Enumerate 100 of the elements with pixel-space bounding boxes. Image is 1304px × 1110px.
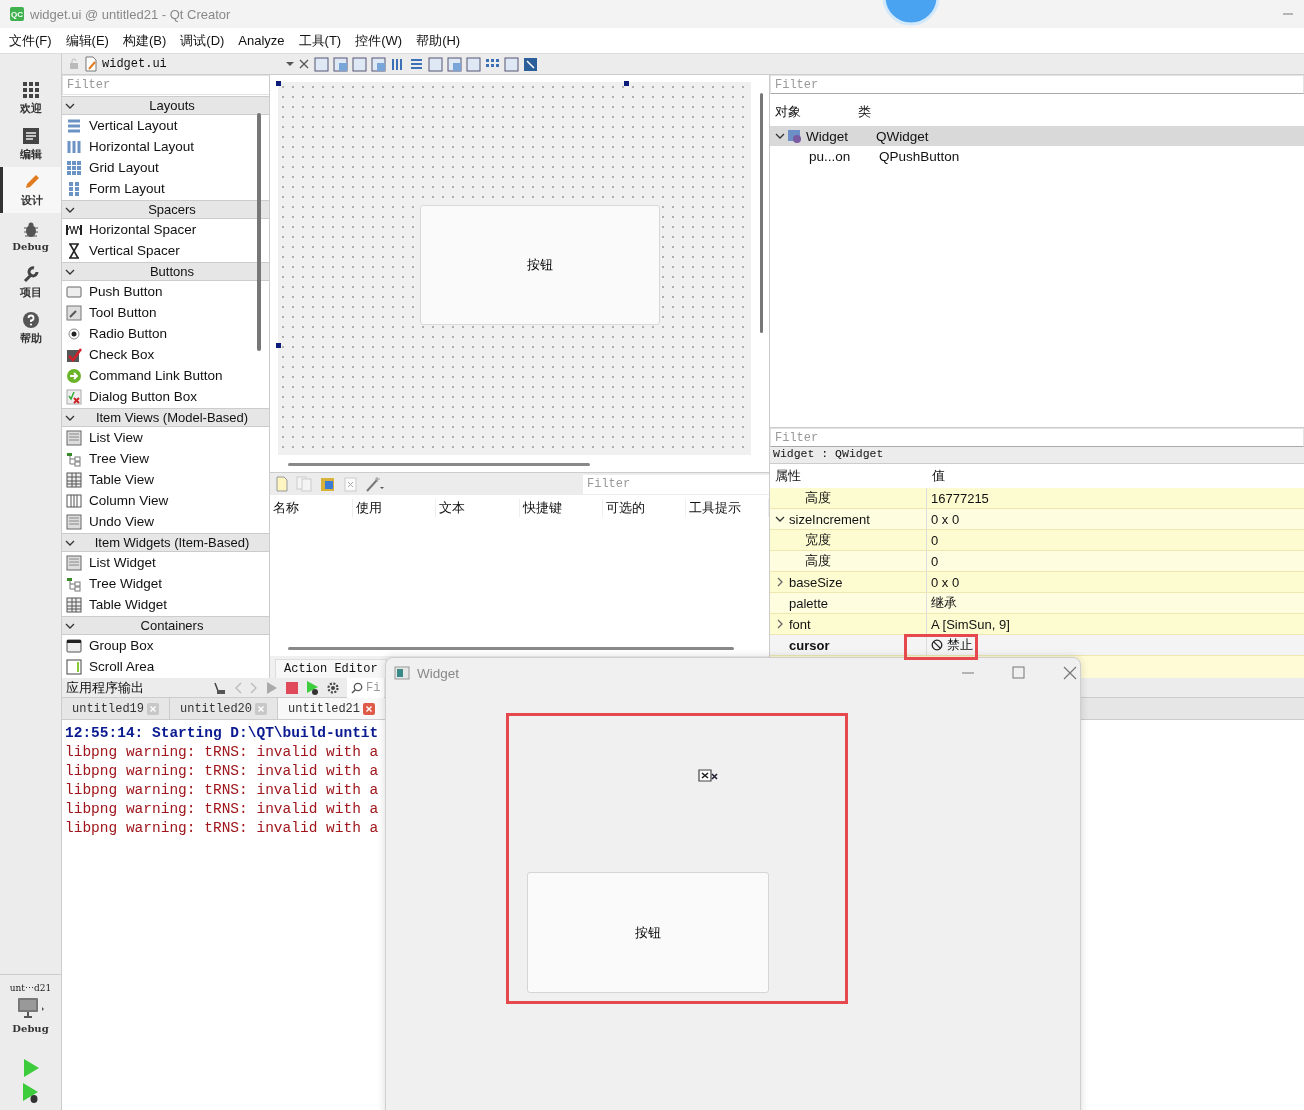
widget-item[interactable]: Tool Button	[62, 302, 269, 323]
column-header[interactable]: 可选的	[602, 499, 686, 517]
object-class-label: Widget : QWidget	[770, 447, 1304, 464]
forbidden-cursor-icon	[697, 768, 721, 784]
widget-item[interactable]: Tree View	[62, 448, 269, 469]
pencil-icon	[23, 172, 41, 191]
output-tab[interactable]: untitled19	[62, 698, 170, 719]
widget-item[interactable]: List View	[62, 427, 269, 448]
mode-tab[interactable]: 帮助	[0, 305, 61, 351]
back-icon[interactable]	[234, 681, 242, 694]
column-header[interactable]: 类	[858, 103, 871, 121]
gear-icon[interactable]	[327, 681, 339, 694]
widget-item[interactable]: Column View	[62, 490, 269, 511]
widget-item[interactable]: Command Link Button	[62, 365, 269, 386]
output-tab[interactable]: untitled21	[278, 698, 386, 719]
property-row[interactable]: 高度 0	[770, 551, 1304, 572]
stop-icon[interactable]	[286, 681, 298, 694]
mode-tab[interactable]: 项目	[0, 259, 61, 305]
output-line: libpng warning: tRNS: invalid with a	[65, 743, 379, 762]
category-header[interactable]: Spacers	[62, 200, 269, 219]
widget-item[interactable]: Vertical Spacer	[62, 240, 269, 261]
menu-item[interactable]: Analyze	[231, 33, 292, 48]
widget-item[interactable]: Form Layout	[62, 178, 269, 199]
widget-item[interactable]: Tree Widget	[62, 573, 269, 594]
tree-row[interactable]: Widget QWidget	[770, 126, 1304, 146]
menu-item[interactable]: 帮助(H)	[409, 31, 468, 50]
dropdown-caret-icon[interactable]	[286, 61, 294, 67]
copy-icon[interactable]	[296, 476, 312, 492]
widget-item[interactable]: Radio Button	[62, 323, 269, 344]
category-header[interactable]: Buttons	[62, 262, 269, 281]
property-row[interactable]: palette 继承	[770, 593, 1304, 614]
scrollbar[interactable]	[760, 93, 763, 333]
widget-item[interactable]: Horizontal Spacer	[62, 219, 269, 240]
widget-item[interactable]: Table View	[62, 469, 269, 490]
widget-item[interactable]: Check Box	[62, 344, 269, 365]
selection-handle[interactable]	[624, 81, 629, 86]
column-header[interactable]: 属性	[770, 467, 927, 485]
scrollbar[interactable]	[257, 113, 261, 351]
column-header[interactable]: 名称	[270, 499, 354, 517]
category-header[interactable]: Item Widgets (Item-Based)	[62, 533, 269, 552]
widget-item[interactable]: Scroll Area	[62, 656, 269, 677]
file-name[interactable]: widget.ui	[102, 57, 282, 71]
new-file-icon[interactable]	[276, 476, 288, 492]
widget-item[interactable]: Undo View	[62, 511, 269, 532]
column-header[interactable]: 快捷键	[519, 499, 603, 517]
wand-icon[interactable]	[365, 476, 385, 492]
widget-item[interactable]: List Widget	[62, 552, 269, 573]
menu-item[interactable]: 调试(D)	[173, 31, 232, 50]
tree-row[interactable]: pu...on QPushButton	[770, 146, 1304, 166]
tree-icon	[66, 450, 82, 467]
mode-tab[interactable]: 编辑	[0, 121, 61, 167]
widget-item[interactable]: Horizontal Layout	[62, 136, 269, 157]
property-row[interactable]: font A [SimSun, 9]	[770, 614, 1304, 635]
property-row[interactable]: baseSize 0 x 0	[770, 572, 1304, 593]
delete-icon[interactable]	[344, 476, 357, 492]
widget-item[interactable]: Table Widget	[62, 594, 269, 615]
menu-item[interactable]: 构建(B)	[115, 31, 174, 50]
editor-tab[interactable]: Action Editor	[275, 659, 387, 678]
selection-handle[interactable]	[276, 343, 281, 348]
menu-item[interactable]: 文件(F)	[2, 31, 59, 50]
scrollbar[interactable]	[288, 647, 734, 650]
property-row[interactable]: cursor 禁止	[770, 635, 1304, 656]
property-row[interactable]: 高度 16777215	[770, 488, 1304, 509]
mode-tab[interactable]: 设计	[0, 167, 61, 213]
property-row[interactable]: sizeIncrement 0 x 0	[770, 509, 1304, 530]
search-icon	[351, 681, 363, 694]
column-header[interactable]: 文本	[436, 499, 520, 517]
menu-item[interactable]: 编辑(E)	[58, 31, 116, 50]
push-button[interactable]: 按钮	[419, 204, 660, 325]
category-header[interactable]: Item Views (Model-Based)	[62, 408, 269, 427]
scrollbar[interactable]	[288, 463, 590, 466]
widget-item[interactable]: Group Box	[62, 635, 269, 656]
column-header[interactable]: 值	[927, 467, 1084, 485]
debug-run-icon[interactable]	[306, 680, 319, 695]
widget-item[interactable]: Dialog Button Box	[62, 386, 269, 407]
mode-tab[interactable]: 欢迎	[0, 75, 61, 121]
property-row[interactable]: 宽度 0	[770, 530, 1304, 551]
close-icon[interactable]	[363, 702, 375, 715]
column-header[interactable]: 工具提示	[685, 499, 770, 517]
clear-icon[interactable]	[212, 680, 226, 695]
column-header[interactable]: 对象	[770, 103, 858, 121]
menu-item[interactable]: 控件(W)	[348, 31, 410, 50]
forward-icon[interactable]	[250, 681, 258, 694]
menu-item[interactable]: 工具(T)	[291, 31, 349, 50]
monitor-icon[interactable]	[15, 997, 46, 1019]
columns-icon[interactable]	[390, 56, 405, 72]
widget-item[interactable]: Push Button	[62, 281, 269, 302]
close-icon[interactable]	[298, 58, 310, 70]
widget-item[interactable]: Grid Layout	[62, 157, 269, 178]
paste-icon[interactable]	[320, 476, 336, 492]
window-icon	[394, 666, 410, 680]
category-header[interactable]: Layouts	[62, 96, 269, 115]
selection-handle[interactable]	[276, 81, 281, 86]
category-header[interactable]: Containers	[62, 616, 269, 635]
rows-icon[interactable]	[409, 56, 424, 72]
mode-tab[interactable]: Debug	[0, 213, 61, 259]
play-icon[interactable]	[266, 681, 278, 694]
column-header[interactable]: 使用	[353, 499, 437, 517]
push-button[interactable]: 按钮	[527, 872, 769, 993]
widget-item[interactable]: Vertical Layout	[62, 115, 269, 136]
